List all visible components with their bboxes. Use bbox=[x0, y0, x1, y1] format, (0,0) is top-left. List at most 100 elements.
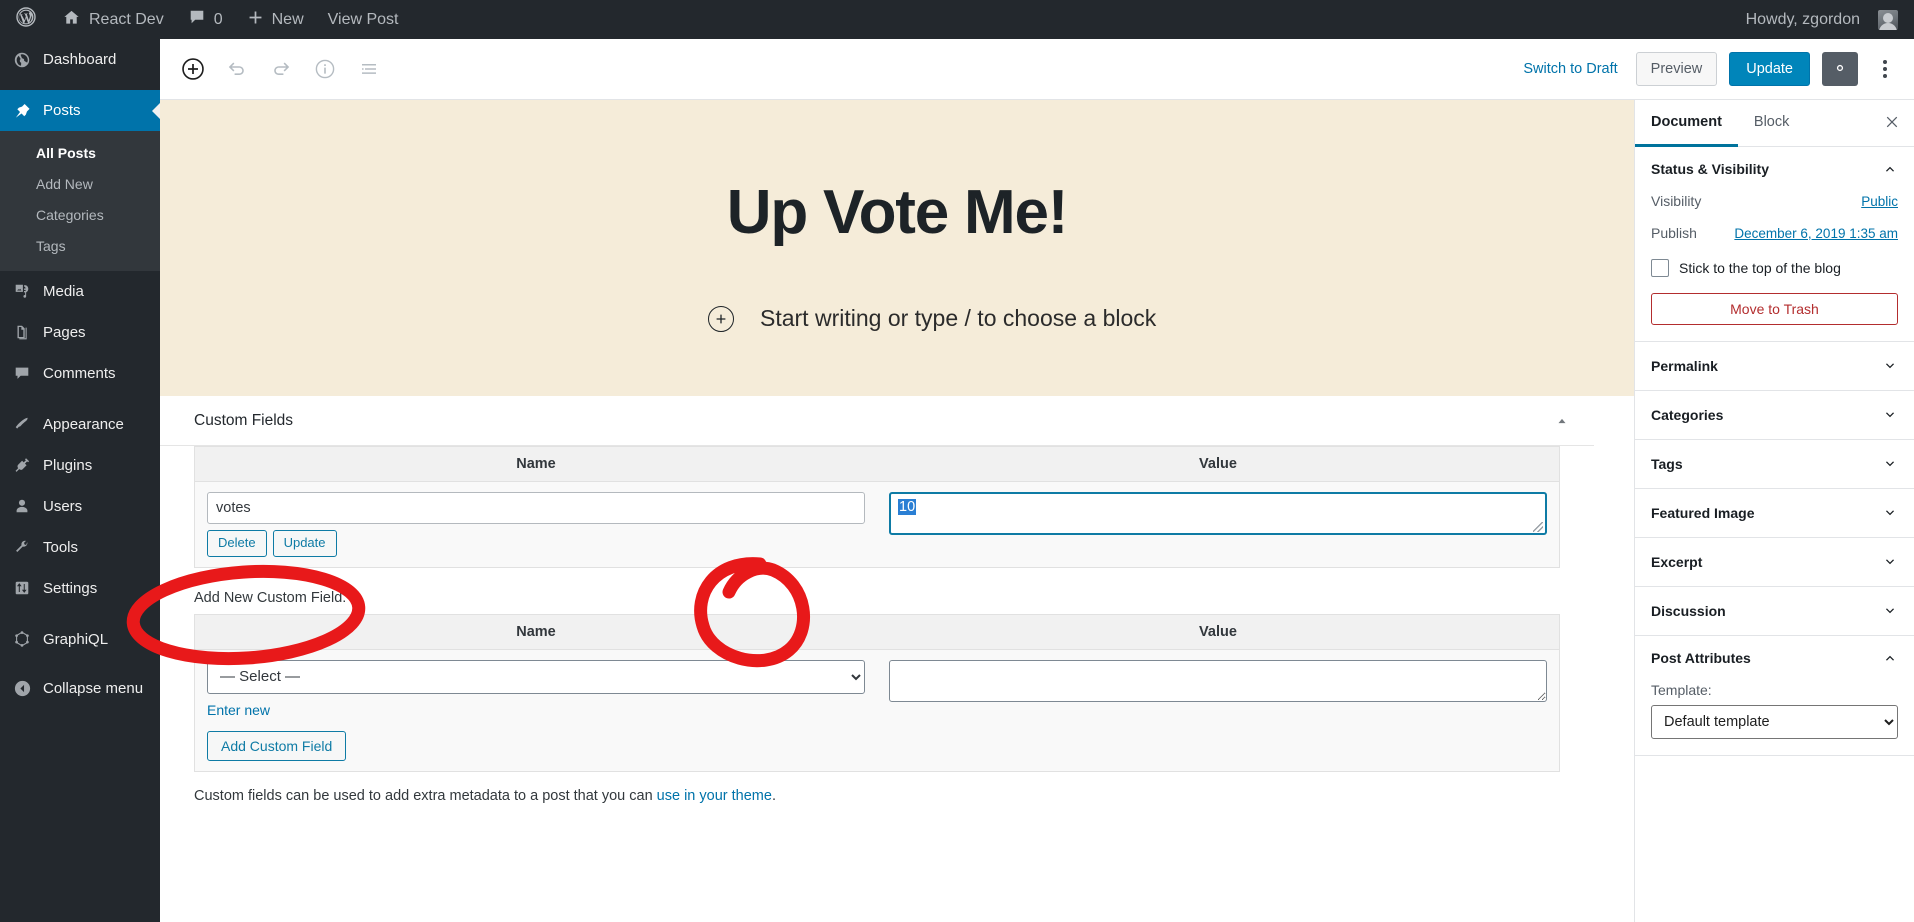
undo-button[interactable] bbox=[218, 50, 256, 88]
footnote-prefix: Custom fields can be used to add extra m… bbox=[194, 787, 657, 804]
content-structure-button[interactable] bbox=[306, 50, 344, 88]
chevron-down-icon[interactable] bbox=[1882, 603, 1898, 619]
panel-permalink[interactable]: Permalink bbox=[1635, 342, 1914, 391]
caret-up-icon[interactable] bbox=[1552, 411, 1572, 431]
sidebar-item-label: Posts bbox=[43, 102, 81, 119]
sidebar-item-tools[interactable]: Tools bbox=[0, 527, 160, 568]
sidebar-item-users[interactable]: Users bbox=[0, 486, 160, 527]
site-name-label: React Dev bbox=[89, 10, 164, 28]
publish-date-button[interactable]: December 6, 2019 1:35 am bbox=[1734, 226, 1898, 241]
custom-fields-title: Custom Fields bbox=[194, 411, 294, 429]
custom-fields-footnote: Custom fields can be used to add extra m… bbox=[160, 772, 1594, 804]
chevron-up-icon[interactable] bbox=[1882, 161, 1898, 177]
redo-button[interactable] bbox=[262, 50, 300, 88]
editor-canvas: Up Vote Me! Start writing or type / to c… bbox=[160, 100, 1634, 804]
update-button[interactable]: Update bbox=[1729, 52, 1810, 86]
sidebar-item-graphiql[interactable]: GraphiQL bbox=[0, 619, 160, 660]
panel-categories[interactable]: Categories bbox=[1635, 391, 1914, 440]
collapse-menu-button[interactable]: Collapse menu bbox=[0, 668, 160, 709]
chevron-down-icon[interactable] bbox=[1882, 407, 1898, 423]
tab-document[interactable]: Document bbox=[1635, 100, 1738, 147]
sidebar-item-media[interactable]: Media bbox=[0, 271, 160, 312]
submenu-item-add-new[interactable]: Add New bbox=[0, 169, 160, 200]
enter-new-link[interactable]: Enter new bbox=[207, 702, 270, 718]
use-in-your-theme-link[interactable]: use in your theme bbox=[657, 788, 772, 804]
kebab-menu-icon bbox=[1883, 60, 1887, 78]
row-sticky[interactable]: Stick to the top of the blog bbox=[1651, 259, 1898, 277]
my-account-menu[interactable]: Howdy, zgordon bbox=[1734, 0, 1898, 39]
sidebar-item-pages[interactable]: Pages bbox=[0, 312, 160, 353]
plus-circle-icon[interactable] bbox=[708, 305, 734, 332]
new-custom-field-name-select[interactable]: — Select — bbox=[207, 659, 865, 694]
panel-tags[interactable]: Tags bbox=[1635, 440, 1914, 489]
chevron-down-icon[interactable] bbox=[1882, 358, 1898, 374]
custom-field-value-textarea[interactable]: 10 bbox=[889, 492, 1547, 536]
view-post-link[interactable]: View Post bbox=[316, 0, 411, 39]
sidebar-item-posts[interactable]: Posts bbox=[0, 90, 160, 131]
panel-title: Excerpt bbox=[1651, 554, 1703, 570]
custom-fields-header[interactable]: Custom Fields bbox=[160, 396, 1594, 447]
sidebar-item-dashboard[interactable]: Dashboard bbox=[0, 39, 160, 80]
custom-field-value-text: 10 bbox=[898, 499, 917, 516]
visibility-value-button[interactable]: Public bbox=[1861, 194, 1898, 209]
update-custom-field-button[interactable]: Update bbox=[272, 530, 337, 557]
switch-to-draft-button[interactable]: Switch to Draft bbox=[1517, 55, 1623, 83]
move-to-trash-button[interactable]: Move to Trash bbox=[1651, 293, 1898, 325]
post-title[interactable]: Up Vote Me! bbox=[160, 160, 1634, 247]
panel-title: Discussion bbox=[1651, 603, 1726, 619]
chevron-up-icon[interactable] bbox=[1882, 650, 1898, 666]
panel-post-attributes-header[interactable]: Post Attributes bbox=[1651, 650, 1898, 666]
template-label: Template: bbox=[1651, 682, 1712, 698]
site-name-menu[interactable]: React Dev bbox=[50, 0, 176, 39]
sidebar-item-plugins[interactable]: Plugins bbox=[0, 445, 160, 486]
default-block-appender[interactable]: Start writing or type / to choose a bloc… bbox=[160, 305, 1634, 332]
submenu-item-categories[interactable]: Categories bbox=[0, 200, 160, 231]
cell-new-field-name: — Select — Enter new Add Custom Field bbox=[194, 649, 877, 772]
column-header-name: Name bbox=[194, 446, 877, 483]
posts-submenu: All Posts Add New Categories Tags bbox=[0, 131, 160, 271]
chevron-down-icon[interactable] bbox=[1882, 505, 1898, 521]
tab-block[interactable]: Block bbox=[1738, 100, 1805, 147]
delete-custom-field-button[interactable]: Delete bbox=[207, 530, 267, 557]
block-inserter-button[interactable] bbox=[174, 50, 212, 88]
panel-featured-image[interactable]: Featured Image bbox=[1635, 489, 1914, 538]
visibility-label: Visibility bbox=[1651, 193, 1702, 209]
custom-fields-table: Name Value Delete Update bbox=[194, 446, 1560, 568]
column-header-name: Name bbox=[194, 614, 877, 650]
more-options-button[interactable] bbox=[1870, 52, 1900, 86]
sidebar-item-settings[interactable]: Settings bbox=[0, 568, 160, 609]
chevron-down-icon[interactable] bbox=[1882, 554, 1898, 570]
plus-icon bbox=[247, 9, 264, 31]
close-sidebar-button[interactable] bbox=[1870, 100, 1914, 146]
template-select[interactable]: Default template bbox=[1651, 705, 1898, 739]
panel-title: Post Attributes bbox=[1651, 650, 1751, 666]
appearance-brush-icon bbox=[12, 414, 32, 434]
pin-icon bbox=[12, 101, 32, 121]
graphql-icon bbox=[12, 629, 32, 649]
custom-field-name-input[interactable] bbox=[207, 492, 865, 525]
sidebar-item-comments[interactable]: Comments bbox=[0, 353, 160, 394]
panel-discussion[interactable]: Discussion bbox=[1635, 587, 1914, 636]
wordpress-logo-button[interactable] bbox=[0, 0, 50, 39]
panel-excerpt[interactable]: Excerpt bbox=[1635, 538, 1914, 587]
gear-icon bbox=[1830, 58, 1850, 81]
panel-status-visibility-header[interactable]: Status & Visibility bbox=[1651, 161, 1898, 177]
block-navigation-button[interactable] bbox=[350, 50, 388, 88]
comments-bubble-button[interactable]: 0 bbox=[176, 0, 235, 39]
submenu-item-all-posts[interactable]: All Posts bbox=[0, 138, 160, 169]
plugins-plug-icon bbox=[12, 455, 32, 475]
textarea-resize-handle[interactable] bbox=[1533, 522, 1543, 533]
sidebar-item-label: Settings bbox=[43, 579, 98, 597]
sticky-checkbox[interactable] bbox=[1651, 259, 1669, 277]
chevron-down-icon[interactable] bbox=[1882, 456, 1898, 472]
home-icon bbox=[62, 8, 81, 32]
sidebar-item-appearance[interactable]: Appearance bbox=[0, 404, 160, 445]
add-custom-field-button[interactable]: Add Custom Field bbox=[207, 730, 347, 761]
menu-separator bbox=[0, 609, 160, 619]
preview-button[interactable]: Preview bbox=[1635, 52, 1718, 86]
submenu-item-tags[interactable]: Tags bbox=[0, 231, 160, 262]
settings-toggle-button[interactable] bbox=[1822, 52, 1858, 86]
new-content-menu[interactable]: New bbox=[235, 0, 316, 39]
new-custom-field-value-textarea[interactable] bbox=[889, 659, 1547, 702]
panel-title: Permalink bbox=[1651, 358, 1718, 374]
